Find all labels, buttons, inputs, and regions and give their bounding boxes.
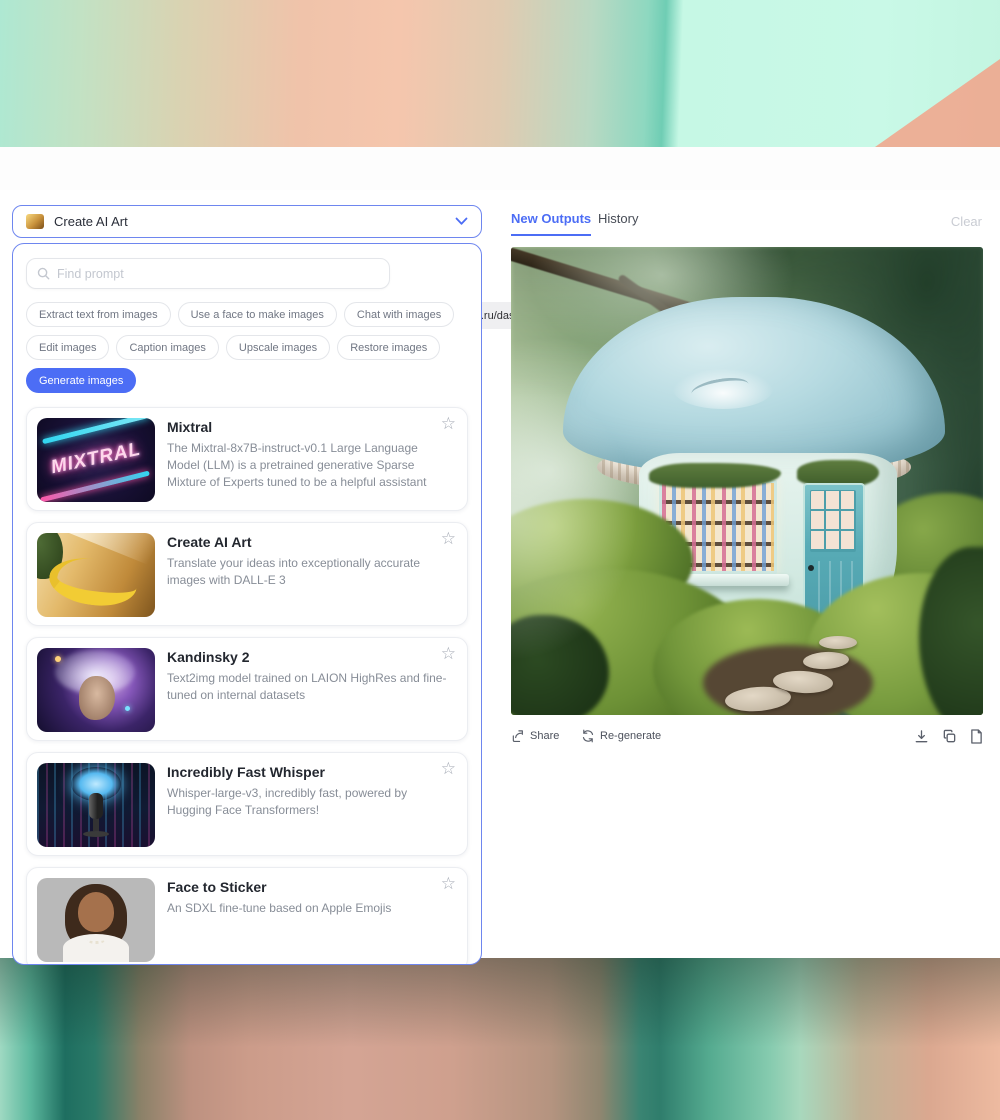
- chip-chat-images[interactable]: Chat with images: [344, 302, 454, 327]
- output-tabs: New Outputs History Clear: [511, 211, 983, 237]
- prompt-search[interactable]: [26, 258, 390, 289]
- chip-restore-images[interactable]: Restore images: [337, 335, 440, 360]
- copy-icon[interactable]: [942, 729, 957, 744]
- generated-image[interactable]: [511, 247, 983, 715]
- model-card-kandinsky[interactable]: Kandinsky 2 Text2img model trained on LA…: [26, 637, 468, 741]
- tab-history[interactable]: History: [598, 211, 638, 226]
- favorite-star-icon[interactable]: ☆: [441, 645, 456, 662]
- clear-button[interactable]: Clear: [951, 214, 982, 229]
- art-light-glow: [511, 247, 983, 715]
- search-input[interactable]: [57, 267, 379, 281]
- favorite-star-icon[interactable]: ☆: [441, 415, 456, 432]
- model-thumbnail-face-to-sticker: [37, 878, 155, 962]
- chip-generate-images[interactable]: Generate images: [26, 368, 136, 393]
- model-description: An SDXL fine-tune based on Apple Emojis: [167, 900, 449, 917]
- favorite-star-icon[interactable]: ☆: [441, 875, 456, 892]
- model-list: MIXTRAL Mixtral The Mixtral-8x7B-instruc…: [26, 407, 468, 965]
- model-title: Face to Sticker: [167, 879, 449, 895]
- share-label: Share: [530, 730, 559, 742]
- chip-upscale-images[interactable]: Upscale images: [226, 335, 330, 360]
- chip-caption-images[interactable]: Caption images: [116, 335, 218, 360]
- browser-toolbar: https://aiwiz.ru/dashboard/chat ↻ +: [0, 147, 1000, 190]
- model-thumbnail-mixtral: MIXTRAL: [37, 418, 155, 502]
- model-description: The Mixtral-8x7B-instruct-v0.1 Large Lan…: [167, 440, 449, 491]
- model-card-mixtral[interactable]: MIXTRAL Mixtral The Mixtral-8x7B-instruc…: [26, 407, 468, 511]
- chip-extract-text[interactable]: Extract text from images: [26, 302, 171, 327]
- model-description: Text2img model trained on LAION HighRes …: [167, 670, 449, 704]
- regenerate-icon: [581, 729, 595, 743]
- model-title: Incredibly Fast Whisper: [167, 764, 449, 780]
- model-description: Translate your ideas into exceptionally …: [167, 555, 449, 589]
- download-icon[interactable]: [914, 729, 929, 744]
- model-card-create-ai-art[interactable]: Create AI Art Translate your ideas into …: [26, 522, 468, 626]
- selector-label: Create AI Art: [54, 214, 128, 229]
- regenerate-button[interactable]: Re-generate: [581, 729, 661, 743]
- chip-face-images[interactable]: Use a face to make images: [178, 302, 337, 327]
- tab-new-outputs[interactable]: New Outputs: [511, 211, 591, 236]
- model-thumbnail-create-ai-art: [37, 533, 155, 617]
- model-selector-dropdown[interactable]: Create AI Art: [12, 205, 482, 238]
- model-description: Whisper-large-v3, incredibly fast, power…: [167, 785, 449, 819]
- wallpaper-corner-wedge: [875, 59, 1000, 147]
- model-thumbnail-kandinsky: [37, 648, 155, 732]
- document-icon[interactable]: [970, 729, 983, 744]
- model-title: Create AI Art: [167, 534, 449, 550]
- regenerate-label: Re-generate: [600, 730, 661, 742]
- favorite-star-icon[interactable]: ☆: [441, 530, 456, 547]
- model-title: Mixtral: [167, 419, 449, 435]
- share-button[interactable]: Share: [511, 729, 559, 743]
- capability-chips: Extract text from images Use a face to m…: [26, 302, 470, 393]
- chevron-down-icon: [455, 217, 468, 226]
- output-actions: Share Re-generate: [511, 729, 983, 747]
- selector-thumbnail: [26, 214, 44, 229]
- model-title: Kandinsky 2: [167, 649, 449, 665]
- model-thumbnail-whisper: [37, 763, 155, 847]
- wallpaper-bottom-band: [0, 958, 1000, 1120]
- wallpaper-top-band: [0, 0, 1000, 147]
- favorite-star-icon[interactable]: ☆: [441, 760, 456, 777]
- share-icon: [511, 729, 525, 743]
- chip-edit-images[interactable]: Edit images: [26, 335, 109, 360]
- prompt-panel: Extract text from images Use a face to m…: [12, 243, 482, 965]
- model-card-whisper[interactable]: Incredibly Fast Whisper Whisper-large-v3…: [26, 752, 468, 856]
- search-icon: [37, 267, 50, 280]
- model-card-face-to-sticker[interactable]: Face to Sticker An SDXL fine-tune based …: [26, 867, 468, 965]
